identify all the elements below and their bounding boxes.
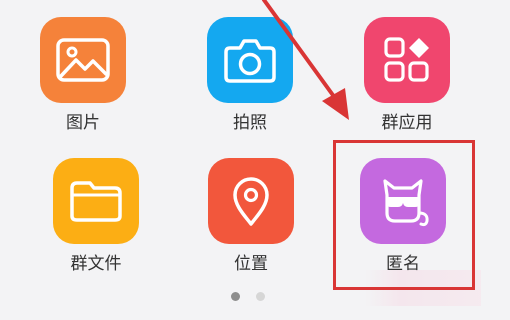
attachment-panel: 图片 拍照 群应用 群文件 位置 匿名 (0, 0, 510, 320)
arrow-annotation-icon (262, 0, 349, 120)
